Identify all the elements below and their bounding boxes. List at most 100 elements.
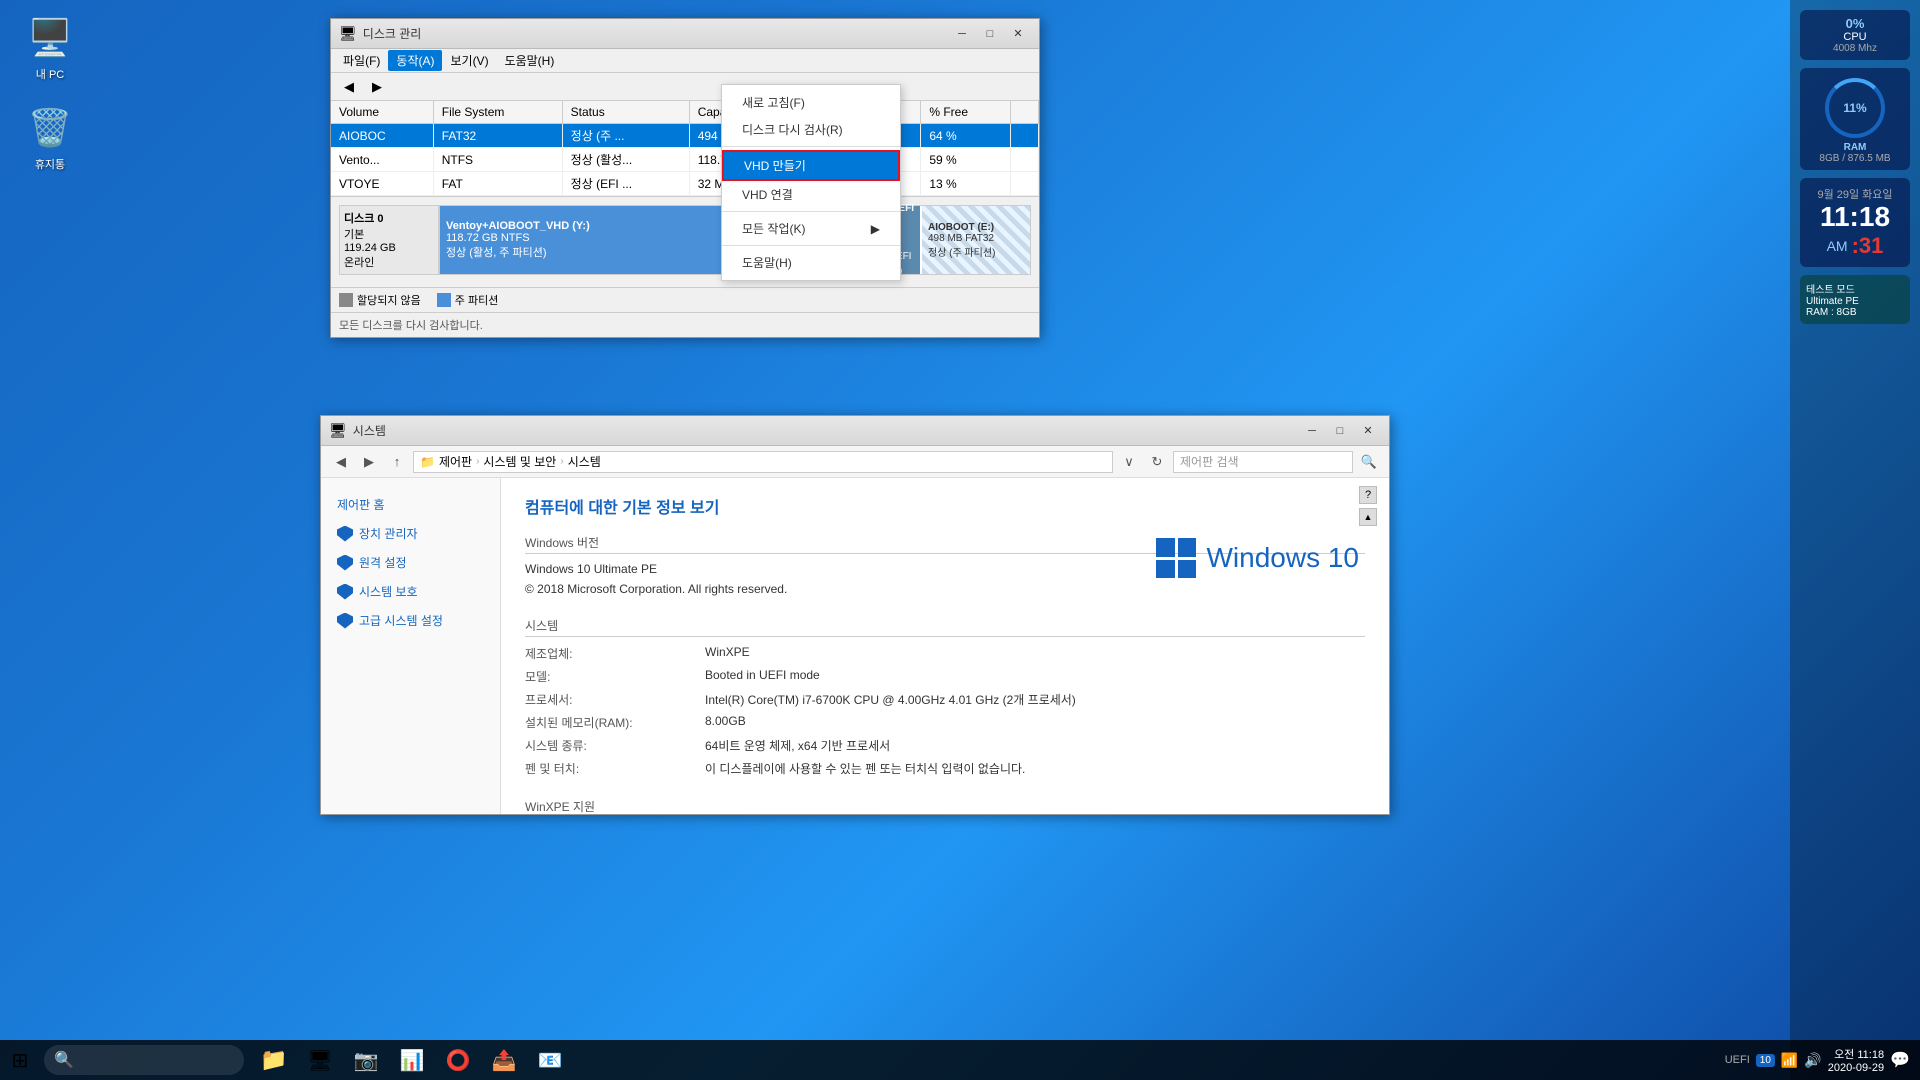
help-button[interactable]: ? (1359, 486, 1377, 504)
ram-info2-label: RAM : 8GB (1806, 307, 1904, 318)
window-controls: ─ □ ✕ (949, 24, 1031, 44)
chevron-icon-1: › (476, 456, 479, 467)
taskbar-email[interactable]: 📧 (528, 1040, 572, 1080)
nav-back[interactable]: ◀ (329, 450, 353, 474)
maximize-button[interactable]: □ (977, 24, 1003, 44)
col-pct: % Free (921, 101, 1011, 124)
sysinfo-close[interactable]: ✕ (1355, 421, 1381, 441)
info-value-cpu: Intel(R) Core(TM) i7-6700K CPU @ 4.00GHz… (705, 691, 1076, 708)
windows10-text: Windows 10 (1206, 542, 1359, 574)
legend-primary-label: 주 파티션 (455, 292, 499, 308)
disk-mgmt-titlebar: 🖥 디스크 관리 ─ □ ✕ (331, 19, 1039, 49)
info-label-pen: 펜 및 터치: (525, 760, 705, 777)
taskbar-power[interactable]: ⭕ (436, 1040, 480, 1080)
address-path[interactable]: 📁 제어판 › 시스템 및 보안 › 시스템 (413, 451, 1113, 473)
taskbar-camera[interactable]: 📷 (344, 1040, 388, 1080)
taskbar-file-explorer[interactable]: 📁 (252, 1040, 296, 1080)
taskbar-apps: 📁 🖥 📷 📊 ⭕ 📤 📧 (252, 1040, 572, 1080)
info-label-ram: 설치된 메모리(RAM): (525, 714, 705, 731)
disk-table: Volume File System Status Capacity Free … (331, 101, 1039, 196)
minimize-button[interactable]: ─ (949, 24, 975, 44)
ctx-rescan[interactable]: 디스크 다시 검사(R) (722, 116, 900, 143)
desktop-icon-recycle[interactable]: 🗑️ 휴지통 (10, 100, 90, 176)
page-title: 컴퓨터에 대한 기본 정보 보기 (525, 494, 1365, 518)
info-value-systype: 64비트 운영 체제, x64 기반 프로세서 (705, 737, 890, 754)
taskbar-upload[interactable]: 📤 (482, 1040, 526, 1080)
ctx-help[interactable]: 도움말(H) (722, 249, 900, 276)
nav-up[interactable]: ↑ (385, 450, 409, 474)
ctx-connect-vhd[interactable]: VHD 연결 (722, 181, 900, 208)
table-row[interactable]: AIOBOC FAT32 정상 (주 ... 494 MB 317 MB 64 … (331, 124, 1039, 148)
tray-date: 2020-09-29 (1828, 1062, 1884, 1074)
table-row[interactable]: Vento... NTFS 정상 (활성... 118.72 GB 70.20 … (331, 148, 1039, 172)
taskbar-chart[interactable]: 📊 (390, 1040, 434, 1080)
info-label-model: 모델: (525, 668, 705, 685)
back-button[interactable]: ◀ (337, 76, 361, 98)
legend-primary: 주 파티션 (437, 292, 499, 308)
nav-forward[interactable]: ▶ (357, 450, 381, 474)
sysinfo-maximize[interactable]: □ (1327, 421, 1353, 441)
tray-notification[interactable]: 💬 (1890, 1050, 1910, 1070)
cell-status: 정상 (EFI ... (562, 172, 689, 196)
legend-unallocated-label: 할당되지 않음 (357, 292, 421, 308)
ultimate-pe-label: Ultimate PE (1806, 296, 1904, 307)
ctx-create-vhd[interactable]: VHD 만들기 (722, 150, 900, 181)
cpu-mhz: 4008 Mhz (1806, 43, 1904, 54)
ctx-all-tasks[interactable]: 모든 작업(K) ▶ (722, 215, 900, 242)
info-value-ram: 8.00GB (705, 714, 746, 731)
sidebar-item-home[interactable]: 제어판 홈 (321, 490, 500, 519)
close-button[interactable]: ✕ (1005, 24, 1031, 44)
taskbar-tray: UEFI 10 📶 🔊 오전 11:18 2020-09-29 💬 (1725, 1046, 1920, 1074)
cell-extra (1011, 148, 1039, 172)
windows-copyright: © 2018 Microsoft Corporation. All rights… (525, 582, 787, 596)
desktop-icon-mypc[interactable]: 🖥️ 내 PC (10, 10, 90, 86)
menu-file[interactable]: 파일(F) (335, 50, 388, 71)
sysinfo-minimize[interactable]: ─ (1299, 421, 1325, 441)
ram-pct: 11% (1843, 101, 1866, 115)
nav-dropdown[interactable]: ∨ (1117, 450, 1141, 474)
partition-fat32[interactable]: AIOBOOT (E:) 498 MB FAT32 정상 (주 파티션) (922, 206, 1030, 274)
sidebar-item-advanced[interactable]: 고급 시스템 설정 (321, 606, 500, 635)
sidebar-item-device-mgr[interactable]: 장치 관리자 (321, 519, 500, 548)
table-row[interactable]: VTOYE FAT 정상 (EFI ... 32 MB 4 MB 13 % (331, 172, 1039, 196)
path-text: 제어판 (439, 453, 472, 470)
info-value-pen: 이 디스플레이에 사용할 수 있는 펜 또는 터치식 입력이 없습니다. (705, 760, 1025, 777)
forward-button[interactable]: ▶ (365, 76, 389, 98)
partition-fat32-name: AIOBOOT (E:) (928, 222, 1024, 233)
disk-type: 기본 (344, 226, 434, 242)
sysinfo-titlebar: 🖥 시스템 ─ □ ✕ (321, 416, 1389, 446)
section-winxpe: WinXPE 지원 (525, 798, 1365, 814)
search-box[interactable]: 제어판 검색 (1173, 451, 1353, 473)
info-row-systype: 시스템 종류: 64비트 운영 체제, x64 기반 프로세서 (525, 737, 1365, 754)
taskbar-search[interactable]: 🔍 (44, 1045, 244, 1075)
cpu-widget: 0% CPU 4008 Mhz (1800, 10, 1910, 60)
info-row-model: 모델: Booted in UEFI mode (525, 668, 1365, 685)
sysinfo-title: 시스템 (353, 422, 1299, 439)
start-button[interactable]: ⊞ (0, 1040, 40, 1080)
search-button[interactable]: 🔍 (1357, 450, 1381, 474)
menu-view[interactable]: 보기(V) (442, 50, 496, 71)
cell-volume: VTOYE (331, 172, 433, 196)
disk-label-0: 디스크 0 기본 119.24 GB 온라인 (339, 205, 439, 275)
tray-badge: 10 (1756, 1054, 1775, 1067)
sidebar-item-remote[interactable]: 원격 설정 (321, 548, 500, 577)
taskbar-monitor[interactable]: 🖥 (298, 1040, 342, 1080)
info-row-cpu: 프로세서: Intel(R) Core(TM) i7-6700K CPU @ 4… (525, 691, 1365, 708)
clock-ampm: AM (1827, 238, 1848, 254)
cell-extra (1011, 172, 1039, 196)
scroll-up-button[interactable]: ▲ (1359, 508, 1377, 526)
cell-status: 정상 (활성... (562, 148, 689, 172)
clock-sec: :31 (1852, 233, 1884, 259)
ctx-refresh[interactable]: 새로 고침(F) (722, 89, 900, 116)
nav-refresh[interactable]: ↻ (1145, 450, 1169, 474)
disk-size: 119.24 GB (344, 242, 434, 254)
legend-unallocated: 할당되지 않음 (339, 292, 421, 308)
cell-fs: NTFS (433, 148, 562, 172)
sidebar-item-protect[interactable]: 시스템 보호 (321, 577, 500, 606)
menu-action[interactable]: 동작(A) (388, 50, 442, 71)
cell-fs: FAT32 (433, 124, 562, 148)
menu-help[interactable]: 도움말(H) (497, 50, 563, 71)
cpu-label: CPU (1806, 31, 1904, 43)
address-bar: ◀ ▶ ↑ 📁 제어판 › 시스템 및 보안 › 시스템 ∨ ↻ 제어판 검색 … (321, 446, 1389, 478)
desktop: 🖥️ 내 PC 🗑️ 휴지통 0% CPU 4008 Mhz 11% RAM 8… (0, 0, 1920, 1080)
